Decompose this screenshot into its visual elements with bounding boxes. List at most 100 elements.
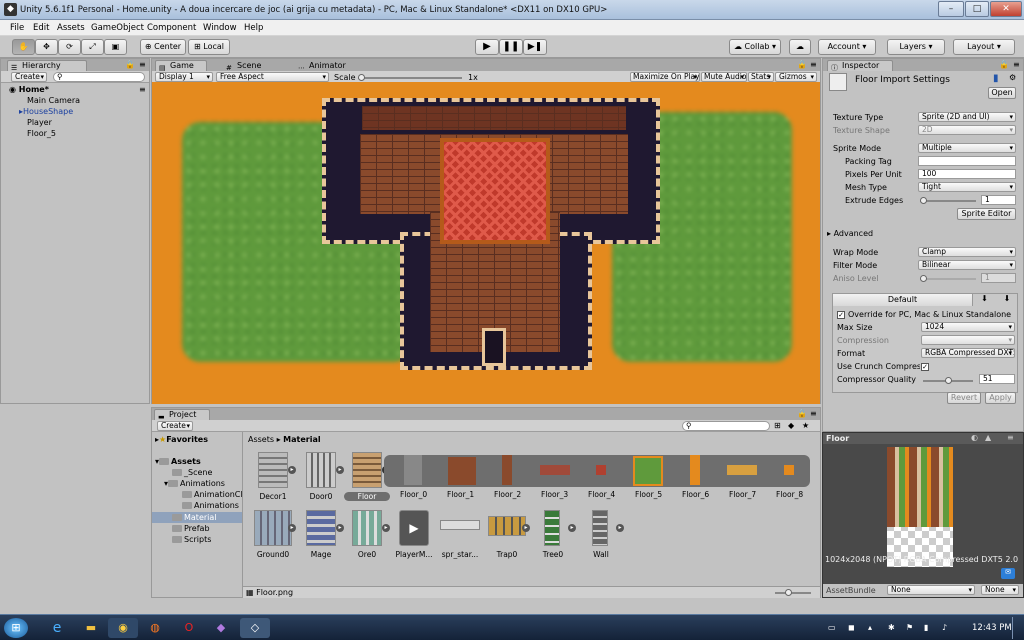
rotate-tool-icon[interactable]: ⟳: [58, 39, 81, 55]
menu-file[interactable]: File: [10, 23, 24, 33]
revert-button[interactable]: Revert: [947, 392, 981, 404]
settings-gear-icon[interactable]: ⚙: [1009, 73, 1016, 82]
breadcrumb-assets[interactable]: Assets: [248, 435, 274, 444]
menu-assets[interactable]: Assets: [57, 23, 85, 33]
packing-tag-input[interactable]: [918, 156, 1016, 166]
expand-arrow-icon[interactable]: ▸: [522, 524, 530, 532]
menu-help[interactable]: Help: [244, 23, 263, 33]
filter-type-icon[interactable]: ⊞: [774, 421, 781, 430]
lock-icon[interactable]: 🔒: [797, 60, 807, 69]
collab-dropdown[interactable]: ☁ Collab ▾: [729, 39, 781, 55]
unity-taskbar-icon[interactable]: ◇: [240, 618, 270, 638]
assets-folder[interactable]: ▾ Assets: [155, 457, 201, 466]
favorite-star-icon[interactable]: ★: [802, 421, 809, 430]
project-search-input[interactable]: ⚲: [682, 421, 770, 431]
pause-button[interactable]: ❚❚: [499, 39, 523, 55]
panel-menu-icon[interactable]: ≡: [139, 60, 146, 69]
folder-prefab[interactable]: Prefab: [172, 524, 210, 533]
scene-menu-icon[interactable]: ≡: [139, 85, 146, 94]
help-book-icon[interactable]: ▮: [993, 73, 999, 84]
pivot-center-toggle[interactable]: ⊕ Center: [140, 39, 186, 55]
apply-button[interactable]: Apply: [985, 392, 1016, 404]
texture-type-dropdown[interactable]: Sprite (2D and UI): [918, 112, 1016, 122]
favorites-foldout[interactable]: ▸★Favorites: [155, 435, 208, 444]
asset-spr-start[interactable]: spr_star...: [437, 510, 483, 570]
sprite-floor0[interactable]: [404, 455, 422, 485]
panel-menu-icon[interactable]: ≡: [810, 409, 817, 418]
compression-dropdown[interactable]: [921, 335, 1015, 345]
sprite-floor4[interactable]: [596, 465, 606, 475]
rgb-channel-icon[interactable]: ◐: [971, 433, 978, 442]
panel-menu-icon[interactable]: ≡: [810, 60, 817, 69]
asset-trap0[interactable]: ▸ Trap0: [484, 510, 530, 570]
extrude-slider-knob[interactable]: [920, 197, 927, 204]
move-tool-icon[interactable]: ✥: [35, 39, 58, 55]
tray-monitor-icon[interactable]: ▭: [828, 623, 836, 632]
asset-ore0[interactable]: ▸ Ore0: [344, 510, 390, 570]
layout-dropdown[interactable]: Layout ▾: [953, 39, 1015, 55]
tab-default-platform[interactable]: Default: [833, 294, 973, 306]
assetbundle-variant-dropdown[interactable]: None: [981, 585, 1019, 595]
show-desktop-button[interactable]: [1012, 617, 1022, 639]
advanced-foldout[interactable]: ▸ Advanced: [827, 229, 873, 238]
override-checkbox[interactable]: ✓: [837, 311, 845, 319]
scale-slider[interactable]: [358, 74, 462, 81]
aniso-input[interactable]: 1: [981, 273, 1016, 283]
layers-dropdown[interactable]: Layers ▾: [887, 39, 945, 55]
tab-animator[interactable]: ⋯ Animator: [294, 60, 354, 72]
expand-arrow-icon[interactable]: ▸: [616, 524, 624, 532]
mute-audio-toggle[interactable]: Mute Audio: [701, 72, 747, 82]
asset-door0[interactable]: ▸ Door0: [298, 452, 344, 512]
explorer-folder-icon[interactable]: ▬: [76, 618, 106, 638]
menu-component[interactable]: Component: [147, 23, 196, 33]
tray-volume-icon[interactable]: ♪: [942, 623, 947, 632]
preview-notification-icon[interactable]: ✉: [1001, 568, 1015, 579]
maximize-button[interactable]: □: [965, 1, 989, 17]
ppu-input[interactable]: 100: [918, 169, 1016, 179]
preview-menu-icon[interactable]: ≡: [1007, 433, 1014, 442]
extrude-slider[interactable]: [920, 197, 976, 204]
hand-tool-icon[interactable]: ✋: [12, 39, 35, 55]
lock-icon[interactable]: 🔒: [999, 60, 1009, 69]
tab-game[interactable]: ▤ Game: [155, 60, 207, 72]
create-dropdown[interactable]: Create: [11, 72, 47, 82]
crunch-checkbox[interactable]: ✓: [921, 363, 929, 371]
folder-animationclips[interactable]: AnimationClips: [182, 490, 242, 499]
hierarchy-search-input[interactable]: ⚲: [53, 72, 145, 82]
max-size-dropdown[interactable]: 1024: [921, 322, 1015, 332]
wrap-mode-dropdown[interactable]: Clamp: [918, 247, 1016, 257]
asset-decor1[interactable]: ▸ Decor1: [250, 452, 296, 512]
expand-arrow-icon[interactable]: ▸: [382, 524, 390, 532]
lock-icon[interactable]: 🔒: [797, 409, 807, 418]
sprite-mode-dropdown[interactable]: Multiple: [918, 143, 1016, 153]
hierarchy-item-floor5[interactable]: Floor_5: [27, 129, 56, 138]
extrude-input[interactable]: 1: [981, 195, 1016, 205]
tab-inspector[interactable]: ⓘ Inspector: [827, 60, 893, 72]
play-button[interactable]: ▶: [475, 39, 499, 55]
stats-toggle[interactable]: Stats: [748, 72, 774, 82]
tab-project[interactable]: ▬ Project: [154, 409, 210, 421]
account-dropdown[interactable]: Account ▾: [818, 39, 876, 55]
tab-hierarchy[interactable]: ☰ Hierarchy: [7, 60, 87, 72]
maximize-on-play-toggle[interactable]: Maximize On Play: [630, 72, 700, 82]
aspect-dropdown[interactable]: Free Aspect: [216, 72, 329, 82]
scene-root[interactable]: ◉ Home*: [9, 85, 49, 94]
panel-menu-icon[interactable]: ≡: [1013, 60, 1020, 69]
ie-icon[interactable]: e: [42, 618, 72, 638]
tray-network-icon[interactable]: ▮: [924, 623, 928, 632]
asset-mage[interactable]: ▸ Mage: [298, 510, 344, 570]
project-create-dropdown[interactable]: Create: [157, 421, 193, 431]
sprite-editor-button[interactable]: Sprite Editor: [957, 208, 1016, 220]
sprite-floor1[interactable]: [448, 457, 476, 485]
chrome-icon[interactable]: ◉: [108, 618, 138, 638]
menu-window[interactable]: Window: [203, 23, 237, 33]
lock-icon[interactable]: 🔒: [125, 60, 135, 69]
asset-tree0[interactable]: ▸ Tree0: [530, 510, 576, 570]
start-button-icon[interactable]: ⊞: [4, 618, 28, 638]
scale-slider-knob[interactable]: [358, 74, 365, 81]
hierarchy-item-houseshape[interactable]: ▸HouseShape: [19, 107, 73, 116]
quality-input[interactable]: 51: [979, 374, 1015, 384]
filter-mode-dropdown[interactable]: Bilinear: [918, 260, 1016, 270]
cloud-services-icon[interactable]: ☁: [789, 39, 811, 55]
asset-wall[interactable]: ▸ Wall: [578, 510, 624, 570]
